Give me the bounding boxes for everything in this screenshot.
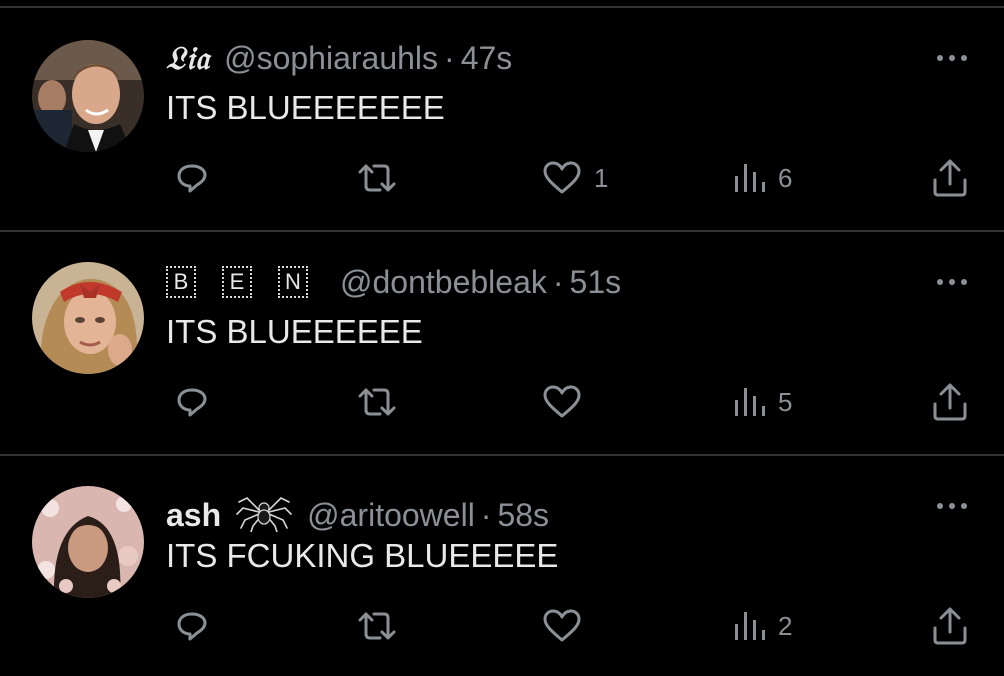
tweet-header: B E N @dontbebleak · 51s [166, 262, 621, 302]
share-button[interactable] [930, 156, 970, 200]
tweet[interactable]: 𝔏𝔦𝔞 @sophiarauhls · 47s ITS BLUEEEEEEE 1… [0, 8, 1004, 228]
separator-dot: · [480, 497, 492, 533]
tweet-header: ash @aritoowell · 58s [166, 486, 549, 533]
display-name[interactable]: ash [166, 495, 221, 535]
reply-button[interactable] [174, 380, 210, 424]
name-letter: N [278, 266, 308, 298]
like-button[interactable]: 1 [542, 156, 608, 200]
share-icon [933, 383, 967, 421]
views-count: 6 [778, 162, 793, 193]
action-bar: 5 [0, 380, 1004, 424]
share-button[interactable] [930, 604, 970, 648]
like-button[interactable] [542, 380, 594, 424]
display-name[interactable]: 𝔏𝔦𝔞 [166, 38, 210, 78]
user-handle[interactable]: @aritoowell [307, 495, 475, 535]
views-button[interactable]: 5 [732, 380, 792, 424]
repost-icon [358, 164, 396, 192]
timestamp[interactable]: 58s [497, 495, 549, 535]
like-count: 1 [594, 162, 609, 193]
tweet-text: ITS BLUEEEEEEE [166, 89, 445, 126]
share-icon [933, 607, 967, 645]
repost-icon [358, 388, 396, 416]
views-count: 2 [778, 610, 793, 641]
heart-icon [543, 385, 581, 418]
separator-dot: · [552, 264, 564, 300]
more-options-icon[interactable] [932, 270, 972, 294]
repost-icon [358, 612, 396, 640]
views-button[interactable]: 2 [732, 604, 792, 648]
tweet[interactable]: B E N @dontbebleak · 51s ITS BLUEEEEEE 5 [0, 232, 1004, 452]
repost-button[interactable] [356, 380, 398, 424]
views-button[interactable]: 6 [732, 156, 792, 200]
reply-icon [177, 388, 207, 417]
heart-icon [543, 161, 581, 194]
views-count: 5 [778, 386, 793, 417]
tweet-text: ITS FCUKING BLUEEEEE [166, 537, 559, 574]
action-bar: 2 [0, 604, 1004, 648]
display-name[interactable]: B E N [166, 266, 308, 302]
share-icon [933, 159, 967, 197]
reply-button[interactable] [174, 156, 210, 200]
separator-dot: · [444, 40, 455, 76]
avatar[interactable] [32, 486, 144, 598]
action-bar: 1 6 [0, 156, 1004, 200]
reply-icon [177, 612, 207, 641]
tweet-header: 𝔏𝔦𝔞 @sophiarauhls · 47s [166, 38, 512, 78]
views-icon [735, 612, 765, 640]
spider-icon [235, 492, 293, 533]
name-letter: E [222, 266, 252, 298]
tweet-text: ITS BLUEEEEEE [166, 313, 423, 350]
heart-icon [543, 609, 581, 642]
user-handle[interactable]: @sophiarauhls [224, 38, 438, 78]
timestamp[interactable]: 47s [461, 38, 513, 78]
avatar[interactable] [32, 262, 144, 374]
repost-button[interactable] [356, 604, 398, 648]
avatar[interactable] [32, 40, 144, 152]
reply-feed: 𝔏𝔦𝔞 @sophiarauhls · 47s ITS BLUEEEEEEE 1… [0, 0, 1004, 661]
more-options-icon[interactable] [932, 494, 972, 518]
user-handle[interactable]: @dontbebleak [340, 262, 547, 302]
reply-button[interactable] [174, 604, 210, 648]
views-icon [735, 388, 765, 416]
share-button[interactable] [930, 380, 970, 424]
repost-button[interactable] [356, 156, 398, 200]
views-icon [735, 164, 765, 192]
name-letter: B [166, 266, 196, 298]
like-button[interactable] [542, 604, 594, 648]
more-options-icon[interactable] [932, 46, 972, 70]
tweet[interactable]: ash @aritoowell · 58s ITS FCUKING BLUEEE… [0, 456, 1004, 676]
timestamp[interactable]: 51s [570, 262, 622, 302]
reply-icon [177, 164, 207, 193]
